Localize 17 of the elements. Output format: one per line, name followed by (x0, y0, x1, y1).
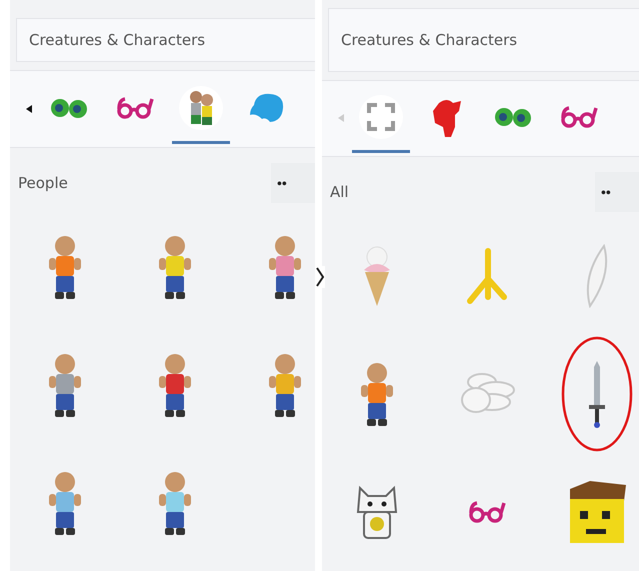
section-label: All (330, 183, 349, 202)
section-label: People (18, 174, 68, 192)
collapse-handle-icon[interactable] (315, 266, 325, 288)
sword-icon (588, 359, 606, 429)
cat-icon (354, 484, 400, 540)
glasses-icon (467, 500, 507, 524)
category-dropdown[interactable]: Creatures & Characters (328, 8, 639, 72)
glasses-icon (559, 104, 599, 129)
frame-icon (366, 102, 396, 132)
more-button[interactable]: •• (271, 163, 315, 203)
more-button[interactable]: •• (595, 172, 639, 212)
scroll-left-icon[interactable] (26, 105, 32, 113)
eyes-icon (49, 96, 89, 118)
banana-icon (464, 247, 510, 305)
eyes-icon (493, 106, 533, 128)
glasses-icon (115, 96, 155, 120)
category-dropdown[interactable]: Creatures & Characters (16, 18, 315, 62)
